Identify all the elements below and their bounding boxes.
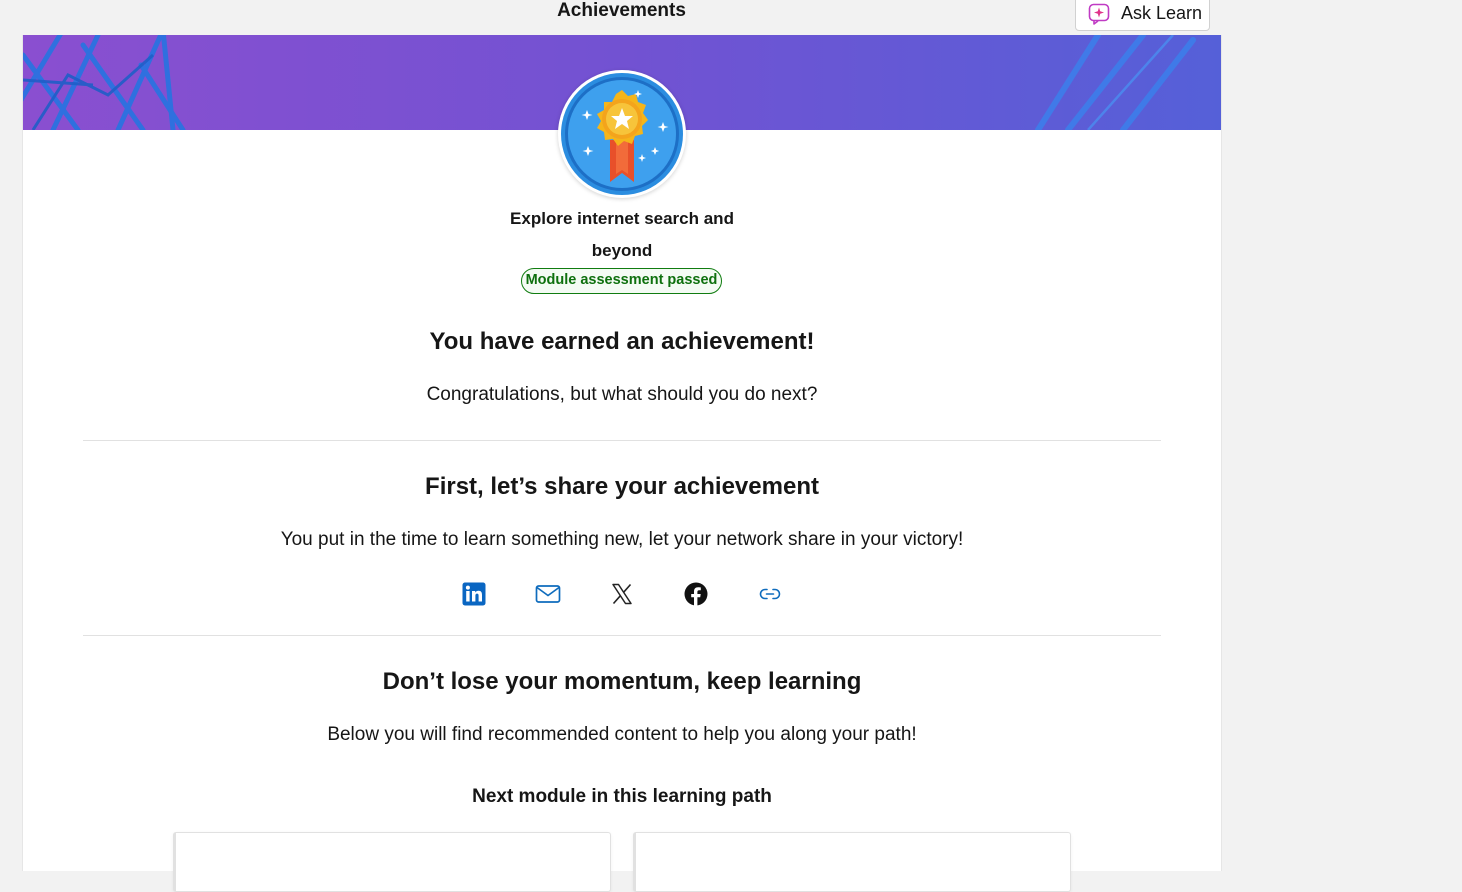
ask-learn-label: Ask Learn (1121, 3, 1203, 23)
keep-learning-heading: Don’t lose your momentum, keep learning (382, 668, 862, 695)
share-subtext: You put in the time to learn something n… (280, 529, 964, 550)
module-card[interactable] (633, 832, 1071, 892)
module-title: Explore internet search and beyond (510, 209, 734, 260)
earned-heading: You have earned an achievement! (429, 328, 815, 355)
module-card[interactable] (173, 832, 611, 892)
medal-icon (558, 73, 686, 202)
share-heading: First, let’s share your achievement (425, 473, 819, 500)
share-email-button[interactable] (511, 583, 585, 609)
copy-link-button[interactable] (733, 583, 807, 609)
x-icon (611, 583, 633, 610)
divider (83, 440, 1161, 441)
link-icon (759, 587, 781, 606)
email-icon (535, 584, 561, 609)
earned-subtext: Congratulations, but what should you do … (426, 384, 818, 405)
share-linkedin-button[interactable] (437, 582, 511, 611)
share-facebook-button[interactable] (659, 582, 733, 611)
status-badge: Module assessment passed (521, 268, 722, 294)
page-title: Achievements (557, 0, 686, 21)
share-buttons (23, 582, 1221, 611)
top-bar: Achievements Ask Learn (0, 0, 1462, 35)
copilot-sparkle-icon (1088, 3, 1112, 25)
ask-learn-button[interactable]: Ask Learn (1075, 0, 1210, 31)
facebook-icon (684, 582, 708, 611)
next-module-heading: Next module in this learning path (472, 786, 772, 807)
share-x-button[interactable] (585, 583, 659, 609)
achievement-card: Explore internet search and beyond Modul… (22, 35, 1222, 892)
keep-learning-subtext: Below you will find recommended content … (327, 724, 917, 745)
divider (83, 635, 1161, 636)
linkedin-icon (462, 582, 486, 611)
achievement-badge (558, 70, 686, 198)
